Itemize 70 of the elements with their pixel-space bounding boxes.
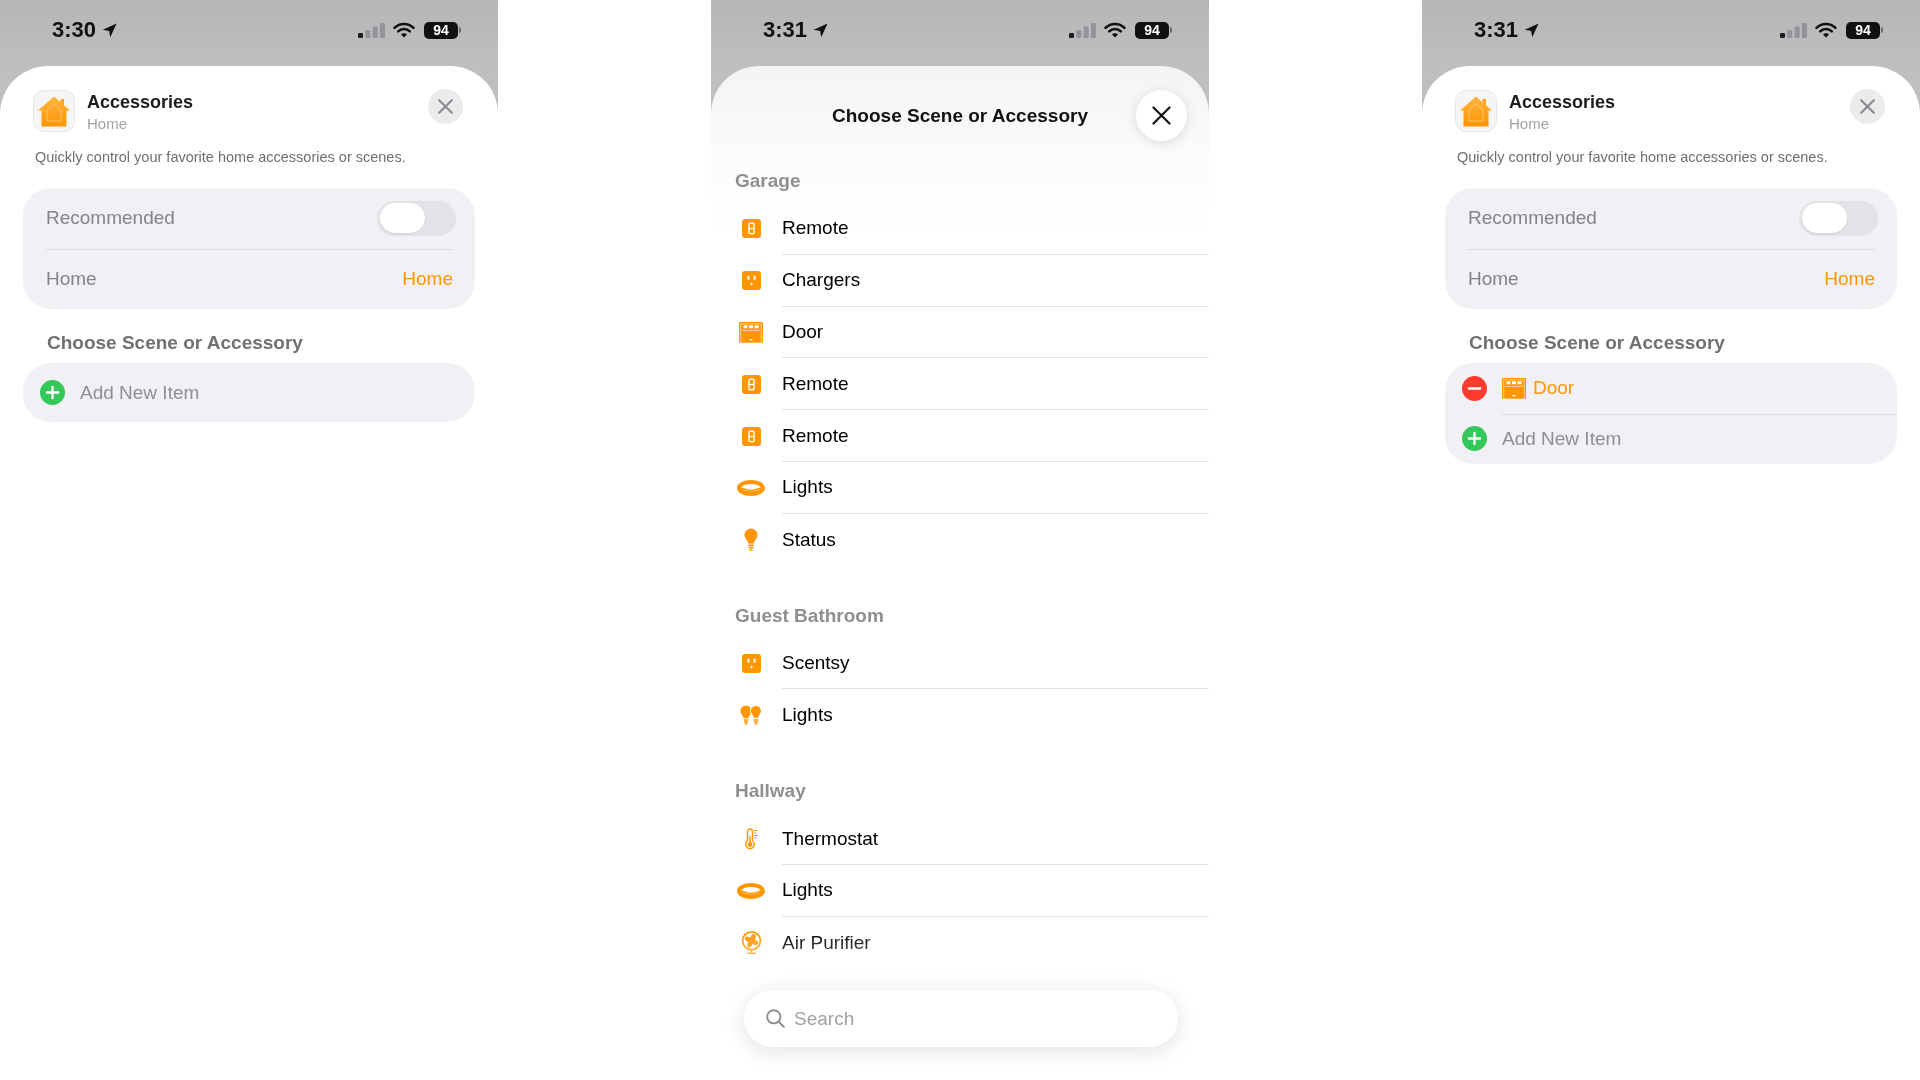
widget-title: Accessories — [1509, 91, 1616, 113]
battery-indicator: 94 — [424, 21, 461, 39]
remote-icon — [741, 374, 761, 394]
status-time: 3:31 — [1474, 17, 1519, 43]
accessory-item[interactable]: Thermostat — [735, 813, 1209, 865]
setting-label: Home — [1468, 268, 1519, 291]
garage-door-icon — [1502, 377, 1526, 399]
plus-icon — [40, 380, 65, 405]
widget-title: Accessories — [87, 91, 194, 113]
outlet-icon — [741, 271, 761, 291]
accessory-item[interactable]: Remote — [735, 410, 1209, 462]
close-icon — [1860, 99, 1875, 114]
close-icon — [438, 99, 453, 114]
house-icon — [33, 90, 75, 132]
wifi-icon — [1815, 22, 1837, 38]
light-bulbs-icon — [740, 704, 762, 726]
accessory-item[interactable]: Lights — [735, 689, 1209, 742]
fan-icon — [740, 931, 762, 955]
thermometer-icon — [744, 828, 758, 851]
section-header: Choose Scene or Accessory — [1469, 331, 1726, 355]
widget-description: Quickly control your favorite home accessories or scenes. — [35, 148, 407, 166]
setting-label: Recommended — [46, 207, 175, 230]
garage-door-icon — [739, 322, 763, 343]
toggle-switch[interactable] — [1799, 200, 1878, 236]
widget-subtitle: Home — [1509, 115, 1549, 133]
minus-icon[interactable] — [1462, 375, 1487, 401]
signal-icon — [358, 22, 385, 38]
accessory-item[interactable]: Chargers — [735, 254, 1209, 307]
accessory-item[interactable]: Air Purifier — [735, 916, 1209, 969]
accessory-item[interactable]: Door — [735, 306, 1209, 359]
close-button[interactable] — [1136, 90, 1187, 141]
battery-indicator: 94 — [1846, 21, 1883, 39]
sheet-title: Choose Scene or Accessory — [832, 104, 1088, 127]
accessory-item[interactable]: Lights — [735, 864, 1209, 917]
ceiling-light-icon — [737, 479, 765, 496]
accessory-item[interactable]: Remote — [735, 358, 1209, 411]
accessory-label: Door — [1533, 377, 1575, 400]
accessory-item[interactable]: Scentsy — [735, 637, 1209, 690]
section-header: Choose Scene or Accessory — [47, 331, 304, 355]
widget-description: Quickly control your favorite home accessories or scenes. — [1457, 148, 1829, 166]
accessory-item[interactable]: Status — [735, 513, 1209, 566]
house-icon — [1455, 90, 1497, 132]
status-time: 3:30 — [52, 17, 97, 43]
wifi-icon — [393, 22, 415, 38]
group-header: Hallway — [735, 779, 807, 804]
plus-icon — [1462, 426, 1487, 452]
accessory-item[interactable]: Lights — [735, 462, 1209, 514]
widget-subtitle: Home — [87, 115, 127, 133]
light-bulb-icon — [744, 528, 758, 552]
close-icon — [1152, 106, 1171, 125]
remote-icon — [741, 219, 761, 239]
signal-icon — [1069, 22, 1096, 38]
group-header: Guest Bathroom — [735, 603, 885, 628]
group-header: Garage — [735, 169, 802, 193]
outlet-icon — [741, 653, 761, 673]
search-field[interactable]: Search — [744, 990, 1178, 1047]
search-icon — [766, 1009, 785, 1028]
status-time: 3:31 — [763, 17, 808, 43]
toggle-switch[interactable] — [377, 200, 456, 236]
ceiling-light-icon — [737, 882, 765, 899]
remote-icon — [741, 426, 761, 446]
accessory-item[interactable]: Remote — [735, 203, 1209, 255]
setting-label: Home — [46, 268, 97, 291]
location-arrow-icon — [1524, 22, 1540, 38]
battery-indicator: 94 — [1135, 21, 1172, 39]
wifi-icon — [1104, 22, 1126, 38]
location-arrow-icon — [813, 22, 829, 38]
signal-icon — [1780, 22, 1807, 38]
setting-label: Recommended — [1468, 207, 1597, 230]
location-arrow-icon — [102, 22, 118, 38]
